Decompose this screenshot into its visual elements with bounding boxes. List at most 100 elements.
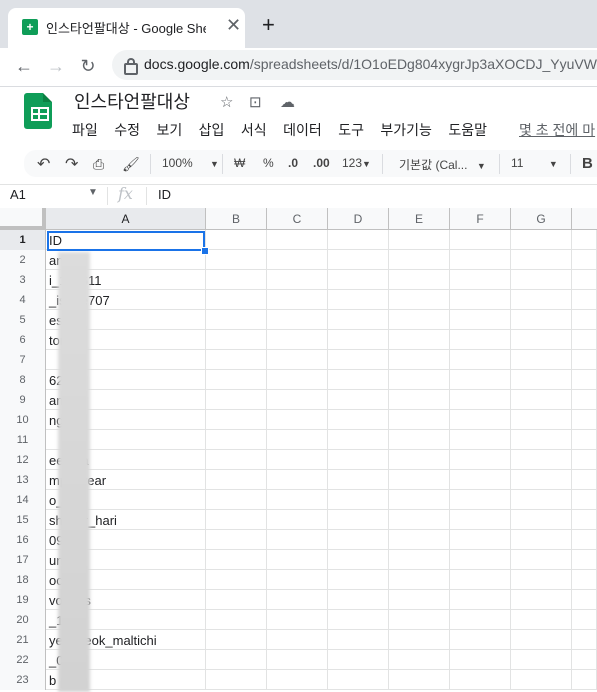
row-header[interactable]: 11	[0, 430, 46, 450]
new-tab-icon[interactable]: +	[262, 13, 275, 37]
grid-cell[interactable]	[389, 510, 450, 530]
grid-cell[interactable]	[328, 650, 389, 670]
grid-cell[interactable]	[206, 650, 267, 670]
grid-cell[interactable]	[267, 290, 328, 310]
row-header[interactable]: 12	[0, 450, 46, 470]
grid-cell[interactable]	[328, 330, 389, 350]
sheets-logo-icon[interactable]	[24, 93, 52, 129]
grid-cell[interactable]	[450, 430, 511, 450]
grid-cell[interactable]	[206, 450, 267, 470]
grid-cell[interactable]	[572, 630, 597, 650]
grid-cell[interactable]	[450, 390, 511, 410]
address-bar[interactable]: docs.google.com/spreadsheets/d/1O1oEDg80…	[112, 50, 597, 80]
paint-format-icon[interactable]: 🖌	[122, 156, 140, 173]
grid-cell[interactable]	[328, 450, 389, 470]
grid-cell[interactable]	[267, 390, 328, 410]
grid-cell[interactable]	[206, 330, 267, 350]
grid-cell[interactable]	[511, 610, 572, 630]
grid-cell[interactable]	[450, 550, 511, 570]
row-header[interactable]: 7	[0, 350, 46, 370]
grid-cell[interactable]	[267, 310, 328, 330]
reload-icon[interactable]: ↻	[76, 54, 100, 78]
grid-cell[interactable]	[206, 590, 267, 610]
grid-cell[interactable]	[450, 270, 511, 290]
row-header[interactable]: 2	[0, 250, 46, 270]
decrease-decimal-button[interactable]: .0	[288, 156, 298, 170]
row-header[interactable]: 5	[0, 310, 46, 330]
grid-cell[interactable]	[572, 650, 597, 670]
grid-cell[interactable]	[572, 410, 597, 430]
grid-cell[interactable]	[572, 530, 597, 550]
grid-cell[interactable]	[511, 410, 572, 430]
grid-cell[interactable]	[511, 650, 572, 670]
grid-cell[interactable]	[267, 570, 328, 590]
grid-cell[interactable]	[572, 490, 597, 510]
grid-cell[interactable]	[511, 530, 572, 550]
grid-cell[interactable]	[389, 410, 450, 430]
grid-cell[interactable]	[267, 610, 328, 630]
grid-cell[interactable]	[206, 410, 267, 430]
grid-cell[interactable]	[206, 310, 267, 330]
grid-cell[interactable]	[450, 290, 511, 310]
grid-cell[interactable]	[328, 410, 389, 430]
grid-cell[interactable]	[267, 250, 328, 270]
row-header[interactable]: 10	[0, 410, 46, 430]
grid-cell[interactable]	[206, 550, 267, 570]
grid-cell[interactable]	[328, 370, 389, 390]
grid-cell[interactable]	[267, 510, 328, 530]
select-all-corner[interactable]	[0, 208, 46, 230]
grid-cell[interactable]	[267, 430, 328, 450]
grid-cell[interactable]	[206, 370, 267, 390]
row-header[interactable]: 13	[0, 470, 46, 490]
grid-cell[interactable]	[511, 350, 572, 370]
grid-cell[interactable]	[572, 430, 597, 450]
grid-cell[interactable]	[450, 670, 511, 690]
formula-input[interactable]: ID	[158, 187, 171, 202]
grid-cell[interactable]	[572, 450, 597, 470]
grid-cell[interactable]	[267, 350, 328, 370]
grid-cell[interactable]	[206, 490, 267, 510]
menu-data[interactable]: 데이터	[283, 120, 322, 140]
grid-cell[interactable]	[511, 450, 572, 470]
row-header[interactable]: 1	[0, 230, 46, 250]
grid-cell[interactable]	[267, 550, 328, 570]
grid-cell[interactable]	[267, 230, 328, 250]
grid-cell[interactable]	[450, 490, 511, 510]
row-header[interactable]: 9	[0, 390, 46, 410]
last-edit-link[interactable]: 몇 초 전에 마	[519, 120, 595, 140]
fill-handle[interactable]	[201, 247, 209, 255]
grid-cell[interactable]	[328, 230, 389, 250]
grid-cell[interactable]	[511, 250, 572, 270]
grid-cell[interactable]	[511, 430, 572, 450]
grid-cell[interactable]	[389, 470, 450, 490]
grid-cell[interactable]	[389, 370, 450, 390]
grid-cell[interactable]	[206, 470, 267, 490]
grid-cell[interactable]	[511, 590, 572, 610]
bold-button[interactable]: B	[582, 155, 593, 172]
row-header[interactable]: 3	[0, 270, 46, 290]
row-header[interactable]: 4	[0, 290, 46, 310]
grid-cell[interactable]	[511, 390, 572, 410]
grid-cell[interactable]	[572, 670, 597, 690]
grid-cell[interactable]	[206, 350, 267, 370]
grid-cell[interactable]	[511, 510, 572, 530]
grid-cell[interactable]	[572, 550, 597, 570]
grid-cell[interactable]	[450, 250, 511, 270]
zoom-select[interactable]: 100% ▼	[162, 156, 219, 170]
grid-cell[interactable]	[328, 570, 389, 590]
grid-cell[interactable]	[389, 250, 450, 270]
grid-cell[interactable]	[511, 670, 572, 690]
column-header-g[interactable]: G	[511, 208, 572, 230]
grid-cell[interactable]	[389, 310, 450, 330]
grid-cell[interactable]	[389, 270, 450, 290]
column-header-e[interactable]: E	[389, 208, 450, 230]
print-icon[interactable]: ⎙	[93, 156, 104, 173]
grid-cell[interactable]	[206, 270, 267, 290]
grid-cell[interactable]	[389, 290, 450, 310]
grid-cell[interactable]	[267, 270, 328, 290]
grid-cell[interactable]	[511, 550, 572, 570]
row-header[interactable]: 22	[0, 650, 46, 670]
grid-cell[interactable]	[450, 530, 511, 550]
undo-icon[interactable]: ↶	[37, 154, 50, 174]
grid-cell[interactable]	[328, 510, 389, 530]
